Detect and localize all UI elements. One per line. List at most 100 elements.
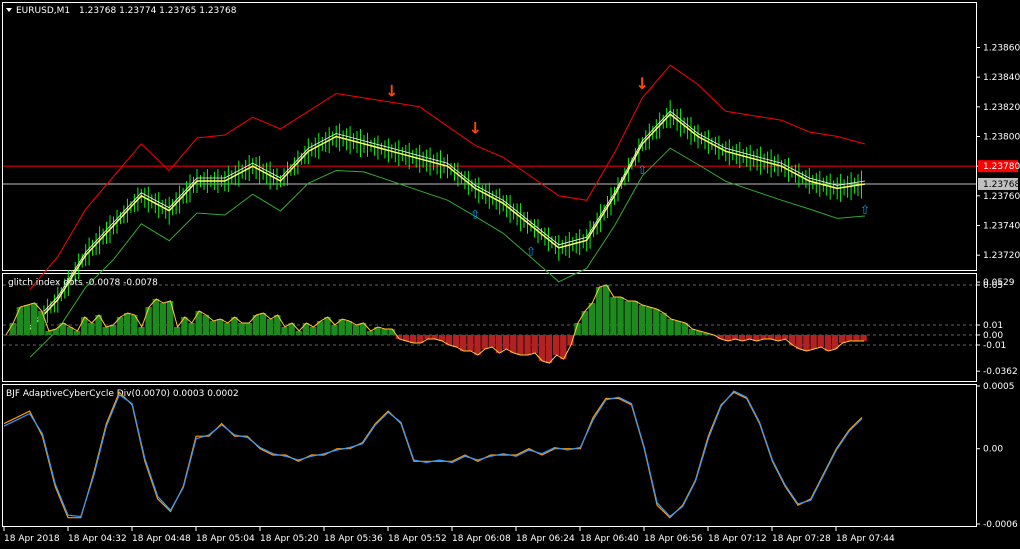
glitch-bar	[45, 331, 52, 335]
glitch-bar	[431, 335, 438, 339]
window-title: EURUSD,M1 1.23768 1.23774 1.23765 1.2376…	[6, 6, 237, 16]
glitch-bar	[81, 317, 88, 335]
time-tick-label: 18 Apr 2018	[4, 534, 60, 544]
time-tick-label: 18 Apr 06:08	[452, 534, 511, 544]
buy-arrow-icon: ⇧	[637, 163, 647, 177]
glitch-bar	[174, 327, 181, 335]
glitch-bar	[624, 301, 631, 335]
dropdown-triangle-icon[interactable]	[6, 8, 12, 12]
price-tick-label: 1.23740	[983, 222, 1020, 232]
sell-arrow-icon: ↓	[636, 74, 649, 93]
glitch-bar	[767, 335, 774, 339]
glitch-tick-label: -0.0362	[983, 367, 1018, 377]
glitch-bar	[188, 323, 195, 335]
glitch-bar	[245, 323, 252, 335]
level-price-label: 1.23768	[983, 180, 1020, 190]
cycle-series-line	[3, 391, 863, 519]
glitch-bar	[224, 323, 231, 335]
cycle-lines	[3, 390, 863, 519]
glitch-bar	[181, 317, 188, 335]
buy-arrow-icon: ⇧	[526, 245, 536, 259]
glitch-title: glitch index dots -0.0078 -0.0078	[8, 278, 158, 288]
glitch-bar	[595, 287, 603, 335]
glitch-bar	[331, 325, 338, 335]
glitch-bar	[152, 299, 159, 335]
glitch-bar	[202, 315, 209, 335]
glitch-bar	[839, 335, 846, 343]
glitch-bar	[538, 335, 546, 361]
glitch-bar	[460, 335, 467, 351]
glitch-bar	[660, 313, 667, 335]
symbol-title: EURUSD,M1	[16, 6, 70, 16]
sell-arrow-icon: ↓	[385, 81, 398, 100]
glitch-bar	[781, 335, 789, 339]
glitch-bar	[517, 335, 524, 355]
cycle-tick-label: 0.00	[983, 445, 1003, 455]
glitch-bar	[367, 331, 374, 335]
glitch-bar	[424, 335, 431, 339]
glitch-bar	[102, 327, 109, 335]
glitch-bar	[302, 323, 310, 335]
glitch-bar	[73, 331, 81, 335]
glitch-bar	[667, 319, 674, 335]
time-tick-label: 18 Apr 04:48	[132, 534, 191, 544]
glitch-bar	[23, 305, 31, 335]
glitch-bar	[109, 325, 117, 335]
sell-arrow-icon: ↓	[469, 118, 482, 137]
ohlc-values: 1.23768 1.23774 1.23765 1.23768	[79, 6, 237, 16]
time-tick-label: 18 Apr 06:40	[580, 534, 639, 544]
glitch-bar	[502, 335, 510, 349]
cycle-tick-label: -0.0006	[983, 520, 1018, 530]
glitch-bar	[653, 309, 660, 335]
glitch-bar	[510, 335, 517, 353]
glitch-bar	[381, 329, 388, 335]
time-tick-label: 18 Apr 07:44	[836, 534, 895, 544]
glitch-bar	[138, 327, 145, 335]
glitch-bar	[731, 335, 739, 339]
time-tick-label: 18 Apr 04:32	[68, 534, 127, 544]
glitch-bar	[645, 307, 653, 335]
glitch-bar	[817, 335, 824, 347]
glitch-bar	[796, 335, 803, 349]
glitch-tick-label: 0.00	[983, 331, 1003, 341]
glitch-bar	[145, 307, 152, 335]
time-tick-label: 18 Apr 05:52	[388, 534, 447, 544]
glitch-bar	[295, 331, 302, 335]
glitch-bar	[545, 335, 553, 363]
glitch-bar	[846, 335, 853, 341]
glitch-bar	[267, 319, 274, 335]
glitch-bar	[824, 335, 832, 351]
glitch-bar	[309, 327, 317, 335]
glitch-bar	[209, 321, 217, 335]
cycle-tick-label: 0.0005	[983, 382, 1015, 392]
glitch-bar	[674, 321, 681, 335]
glitch-bar	[810, 335, 817, 349]
glitch-bar	[746, 335, 753, 339]
glitch-bar	[2, 335, 9, 336]
time-tick-label: 18 Apr 06:24	[516, 534, 575, 544]
time-tick-label: 18 Apr 05:36	[324, 534, 383, 544]
glitch-bar	[531, 335, 538, 353]
time-axis: 18 Apr 2018 18 Apr 04:32 18 Apr 04:48 18 Ap…	[3, 527, 895, 544]
glitch-axis: 0.05290.050.010.00-0.01-0.0362	[976, 278, 1018, 377]
glitch-bar	[88, 323, 95, 335]
glitch-bar	[488, 335, 495, 347]
glitch-tick-label: -0.01	[983, 341, 1006, 351]
time-tick-label: 18 Apr 07:12	[708, 534, 767, 544]
glitch-bar	[788, 335, 796, 345]
price-tick-label: 1.23720	[983, 251, 1020, 261]
glitch-tick-label: 0.05	[983, 281, 1003, 291]
glitch-bar	[853, 335, 860, 341]
glitch-bar	[124, 313, 131, 335]
glitch-bar	[617, 297, 624, 335]
glitch-bar	[467, 335, 474, 351]
glitch-bar	[474, 335, 481, 355]
level-price-label: 1.23780	[983, 162, 1020, 172]
price-tick-label: 1.23760	[983, 192, 1020, 202]
buy-arrow-icon: ⇧	[860, 203, 870, 217]
glitch-bar	[638, 305, 646, 335]
glitch-bar	[216, 319, 224, 335]
price-tick-label: 1.23840	[983, 73, 1020, 83]
glitch-bar	[281, 327, 288, 335]
trading-chart[interactable]: EURUSD,M1 1.23768 1.23774 1.23765 1.2376…	[0, 0, 1020, 549]
